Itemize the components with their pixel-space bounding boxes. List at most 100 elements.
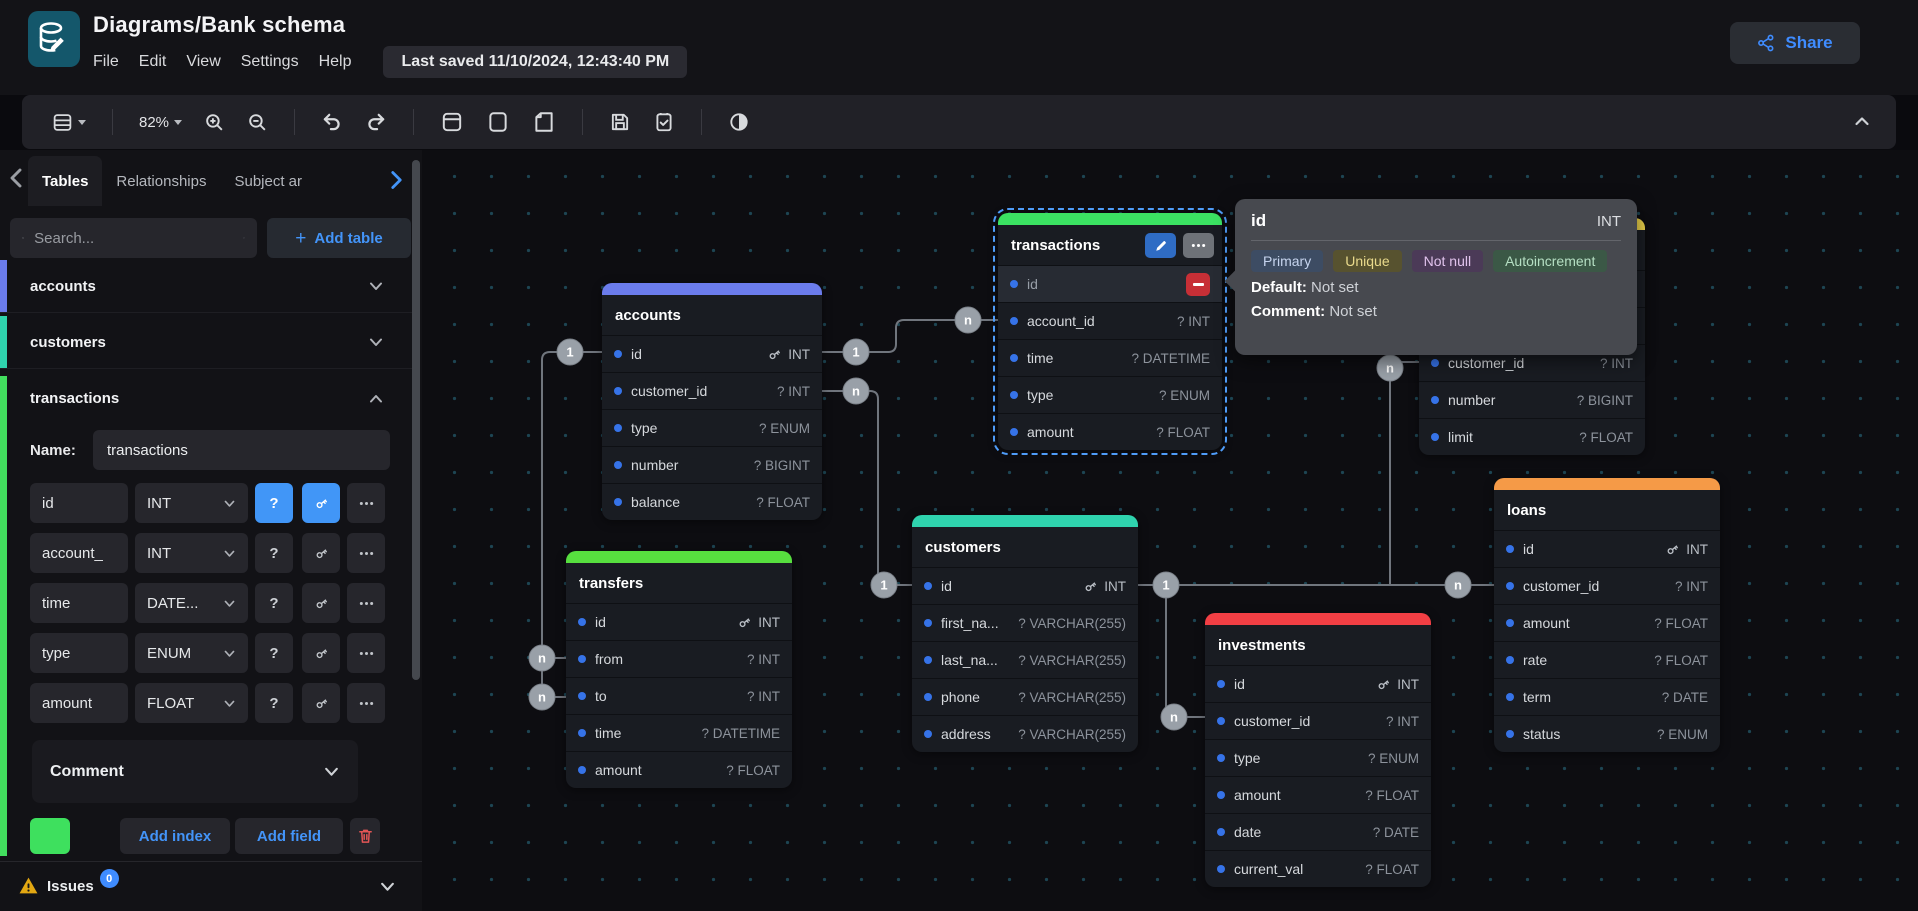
- zoom-in-button[interactable]: [200, 108, 229, 137]
- nullable-toggle[interactable]: ?: [255, 483, 293, 523]
- table-field-row[interactable]: idINT: [602, 335, 822, 372]
- table-field-row[interactable]: customer_id? INT: [1494, 567, 1720, 604]
- field-type-select[interactable]: DATE...: [135, 583, 248, 623]
- table-field-row[interactable]: type? ENUM: [1205, 739, 1431, 776]
- table-field-row[interactable]: idINT: [1494, 530, 1720, 567]
- table-field-row[interactable]: to? INT: [566, 677, 792, 714]
- add-field-button[interactable]: Add field: [235, 818, 343, 854]
- issues-bar[interactable]: Issues 0: [0, 861, 422, 911]
- field-name-input[interactable]: time: [30, 583, 128, 623]
- field-name-input[interactable]: id: [30, 483, 128, 523]
- accordion-item-transactions[interactable]: transactions: [0, 372, 412, 425]
- table-field-row[interactable]: customer_id? INT: [1205, 702, 1431, 739]
- menu-item-edit[interactable]: Edit: [139, 53, 167, 71]
- table-field-row[interactable]: first_na...? VARCHAR(255): [912, 604, 1138, 641]
- table-field-row[interactable]: rate? FLOAT: [1494, 641, 1720, 678]
- primary-key-toggle[interactable]: [302, 533, 340, 573]
- table-field-row[interactable]: amount? FLOAT: [1205, 776, 1431, 813]
- save-as-button[interactable]: [649, 107, 679, 137]
- primary-key-toggle[interactable]: [302, 583, 340, 623]
- issues-collapse-button[interactable]: [379, 878, 396, 895]
- table-field-row[interactable]: date? DATE: [1205, 813, 1431, 850]
- diagram-canvas[interactable]: 1nn1nn11nnn accountsidINTcustomer_id? IN…: [422, 150, 1918, 911]
- nullable-toggle[interactable]: ?: [255, 683, 293, 723]
- table-field-row[interactable]: idINT: [566, 603, 792, 640]
- nullable-toggle[interactable]: ?: [255, 583, 293, 623]
- table-search-select[interactable]: [10, 218, 257, 258]
- canvas-table-transactions[interactable]: transactionsidaccount_id? INTtime? DATET…: [998, 213, 1222, 450]
- table-field-row[interactable]: id: [998, 265, 1222, 302]
- table-field-row[interactable]: current_val? FLOAT: [1205, 850, 1431, 887]
- accordion-item-customers[interactable]: customers: [0, 316, 412, 369]
- scrollbar-thumb[interactable]: [412, 160, 420, 680]
- table-field-row[interactable]: number? BIGINT: [602, 446, 822, 483]
- nullable-toggle[interactable]: ?: [255, 533, 293, 573]
- tab-relationships[interactable]: Relationships: [102, 156, 220, 206]
- layout-menu-button[interactable]: [48, 108, 90, 137]
- field-type-select[interactable]: FLOAT: [135, 683, 248, 723]
- table-field-row[interactable]: account_id? INT: [998, 302, 1222, 339]
- table-field-row[interactable]: idINT: [1205, 665, 1431, 702]
- redo-button[interactable]: [361, 107, 391, 137]
- field-more-button[interactable]: [347, 633, 385, 673]
- field-name-input[interactable]: account_: [30, 533, 128, 573]
- comment-section[interactable]: Comment: [32, 740, 358, 803]
- remove-field-button[interactable]: [1186, 273, 1210, 296]
- menu-item-help[interactable]: Help: [319, 53, 352, 71]
- table-field-row[interactable]: limit? FLOAT: [1419, 418, 1645, 455]
- relationship-line[interactable]: [822, 391, 912, 585]
- sidebar-scrollbar[interactable]: [412, 154, 421, 854]
- table-field-row[interactable]: term? DATE: [1494, 678, 1720, 715]
- field-name-input[interactable]: type: [30, 633, 128, 673]
- table-field-row[interactable]: time? DATETIME: [998, 339, 1222, 376]
- relationship-line[interactable]: [1390, 362, 1419, 585]
- primary-key-toggle[interactable]: [302, 683, 340, 723]
- table-field-row[interactable]: balance? FLOAT: [602, 483, 822, 520]
- canvas-table-transfers[interactable]: transfersidINTfrom? INTto? INTtime? DATE…: [566, 551, 792, 788]
- table-field-row[interactable]: amount? FLOAT: [998, 413, 1222, 450]
- table-field-row[interactable]: number? BIGINT: [1419, 381, 1645, 418]
- table-field-row[interactable]: amount? FLOAT: [1494, 604, 1720, 641]
- edit-table-button[interactable]: [1145, 233, 1176, 258]
- menu-item-file[interactable]: File: [93, 53, 119, 71]
- accordion-item-accounts[interactable]: accounts: [0, 260, 412, 313]
- tab-tables[interactable]: Tables: [28, 156, 102, 206]
- add-table-button[interactable]: + Add table: [267, 218, 411, 258]
- zoom-level-dropdown[interactable]: 82%: [135, 110, 186, 135]
- field-more-button[interactable]: [347, 583, 385, 623]
- table-field-row[interactable]: from? INT: [566, 640, 792, 677]
- canvas-table-accounts[interactable]: accountsidINTcustomer_id? INTtype? ENUMn…: [602, 283, 822, 520]
- chevron-down-icon[interactable]: [368, 334, 384, 350]
- undo-button[interactable]: [317, 107, 347, 137]
- nullable-toggle[interactable]: ?: [255, 633, 293, 673]
- chevron-up-icon[interactable]: [368, 391, 384, 407]
- add-table-tool-button[interactable]: [436, 106, 468, 138]
- add-note-button[interactable]: [528, 106, 560, 138]
- table-field-row[interactable]: status? ENUM: [1494, 715, 1720, 752]
- field-type-select[interactable]: INT: [135, 533, 248, 573]
- field-more-button[interactable]: [347, 683, 385, 723]
- field-type-select[interactable]: ENUM: [135, 633, 248, 673]
- table-field-row[interactable]: amount? FLOAT: [566, 751, 792, 788]
- table-field-row[interactable]: time? DATETIME: [566, 714, 792, 751]
- tabs-scroll-right-button[interactable]: [389, 170, 404, 190]
- table-name-input[interactable]: [93, 430, 390, 470]
- table-field-row[interactable]: type? ENUM: [998, 376, 1222, 413]
- add-index-button[interactable]: Add index: [120, 818, 230, 854]
- table-field-row[interactable]: address? VARCHAR(255): [912, 715, 1138, 752]
- chevron-down-icon[interactable]: [368, 278, 384, 294]
- tabs-scroll-left-button[interactable]: [8, 167, 24, 189]
- field-more-button[interactable]: [347, 483, 385, 523]
- delete-table-button[interactable]: [350, 818, 380, 854]
- field-type-select[interactable]: INT: [135, 483, 248, 523]
- field-name-input[interactable]: amount: [30, 683, 128, 723]
- field-more-button[interactable]: [347, 533, 385, 573]
- menu-item-settings[interactable]: Settings: [241, 53, 299, 71]
- table-field-row[interactable]: type? ENUM: [602, 409, 822, 446]
- table-field-row[interactable]: last_na...? VARCHAR(255): [912, 641, 1138, 678]
- toolbar-collapse-button[interactable]: [1852, 111, 1872, 131]
- table-field-row[interactable]: customer_id? INT: [602, 372, 822, 409]
- zoom-out-button[interactable]: [243, 108, 272, 137]
- primary-key-toggle[interactable]: [302, 483, 340, 523]
- tab-subject-areas[interactable]: Subject ar: [220, 156, 316, 206]
